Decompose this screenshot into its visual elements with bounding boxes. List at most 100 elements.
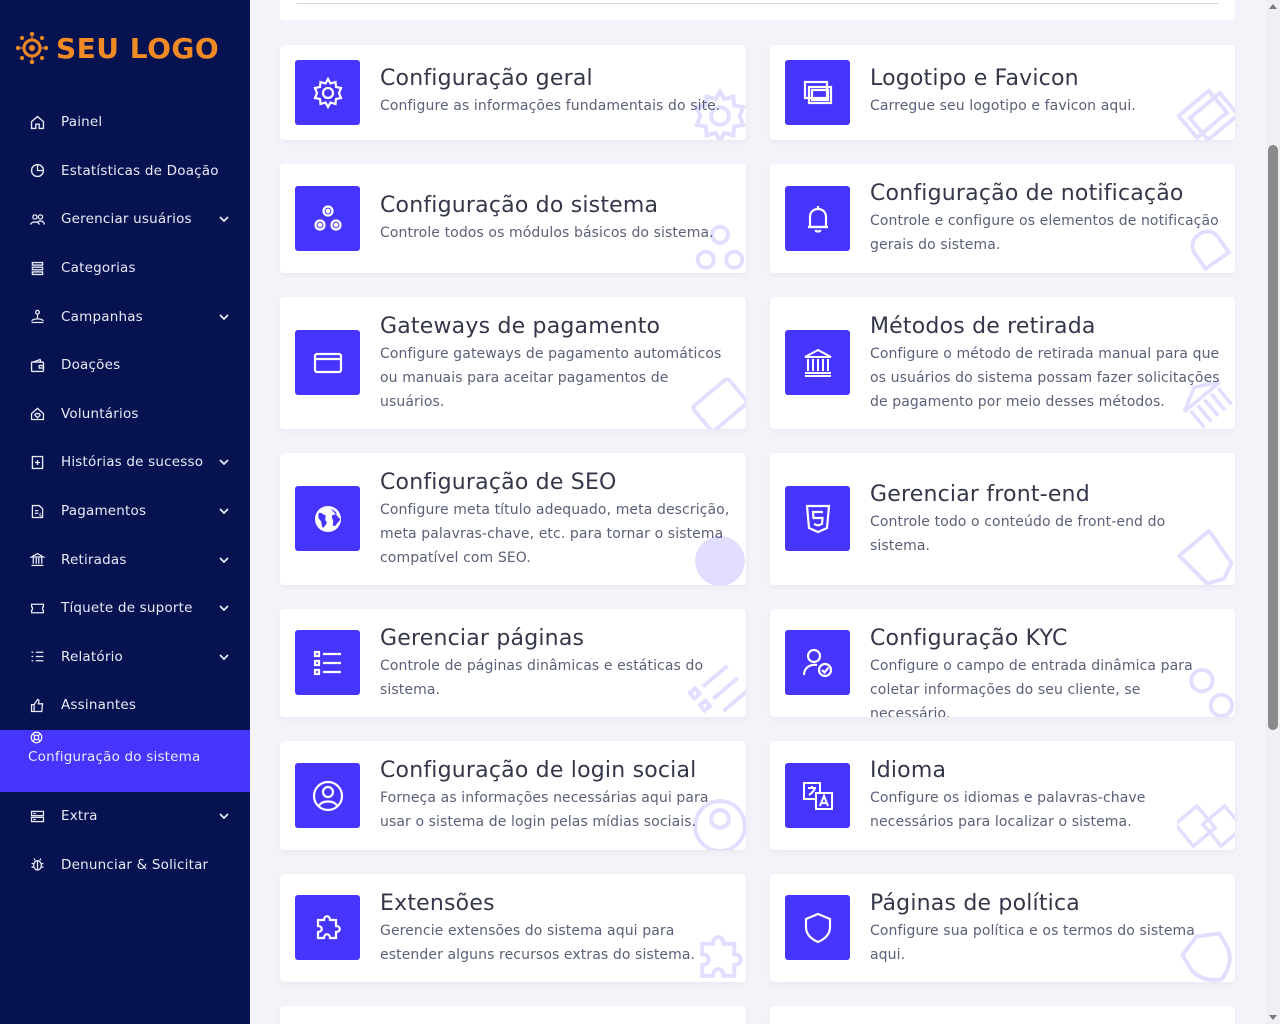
- sidebar-item-historias[interactable]: Histórias de sucesso: [0, 438, 250, 487]
- shield-watermark-icon: [1180, 931, 1232, 982]
- card-icon-badge: [785, 630, 850, 695]
- card-title: Logotipo e Favicon: [870, 66, 1079, 91]
- scroll-thumb[interactable]: [1268, 145, 1278, 730]
- search-input-edge[interactable]: [296, 3, 1219, 4]
- card-icon-badge: [295, 763, 360, 828]
- chart-pie-icon: [28, 162, 46, 180]
- bell-watermark-icon: [1190, 229, 1232, 272]
- chevron-down-icon: [219, 216, 229, 223]
- sidebar-item-painel[interactable]: Painel: [0, 98, 250, 147]
- bug-icon: [28, 856, 46, 874]
- sidebar-item-pagamentos[interactable]: $ Pagamentos: [0, 487, 250, 536]
- card-title: Configuração KYC: [870, 626, 1068, 651]
- puzzle-watermark-icon: [700, 935, 743, 978]
- page-scrollbar[interactable]: [1266, 0, 1280, 1024]
- users-icon: [28, 210, 46, 228]
- sidebar-item-categorias[interactable]: Categorias: [0, 244, 250, 293]
- images-watermark-icon: [1177, 87, 1235, 140]
- chevron-down-icon: [219, 314, 229, 320]
- language-watermark-icon: [1177, 803, 1235, 849]
- settings-card-front-end[interactable]: Gerenciar front-end Controle todo o cont…: [770, 453, 1235, 585]
- sidebar-nav: Painel Estatísticas de Doação Gerenciar …: [0, 98, 250, 889]
- settings-card-configuracao-geral[interactable]: Configuração geral Configure as informaç…: [280, 45, 746, 140]
- sidebar-item-label: Doações: [61, 357, 121, 374]
- settings-card-notificacao[interactable]: Configuração de notificação Controle e c…: [770, 164, 1235, 273]
- cogs-icon: [313, 204, 342, 231]
- sidebar-item-retiradas[interactable]: Retiradas: [0, 535, 250, 584]
- shield-icon: [804, 912, 831, 943]
- layers-icon: [28, 259, 46, 277]
- sidebar-item-voluntarios[interactable]: Voluntários: [0, 390, 250, 439]
- user-check-watermark-icon: [1189, 667, 1235, 717]
- chevron-down-icon: [219, 459, 229, 466]
- credit-card-icon: [313, 352, 342, 373]
- sidebar-item-extra[interactable]: Extra: [0, 792, 250, 841]
- sidebar-item-doacoes[interactable]: Doações: [0, 341, 250, 390]
- card-description: Configure gateways de pagamento automáti…: [380, 346, 722, 410]
- card-description: Configure o campo de entrada dinâmica pa…: [870, 658, 1193, 717]
- sidebar-item-tiquete[interactable]: Tíquete de suporte: [0, 584, 250, 633]
- settings-card-configuracao-sistema[interactable]: Configuração do sistema Controle todos o…: [280, 164, 746, 273]
- sidebar-item-label: Assinantes: [61, 697, 137, 714]
- settings-card-kyc[interactable]: Configuração KYC Configure o campo de en…: [770, 609, 1235, 717]
- sidebar-item-label: Histórias de sucesso: [61, 454, 204, 471]
- lifebuoy-icon: [28, 730, 44, 746]
- credit-card-watermark-icon: [691, 377, 746, 429]
- card-title: Métodos de retirada: [870, 314, 1096, 339]
- settings-card-paginas[interactable]: Gerenciar páginas Controle de páginas di…: [280, 609, 746, 717]
- bank-icon: [28, 551, 46, 569]
- settings-card-partial-left[interactable]: [280, 1006, 746, 1024]
- card-icon-badge: [295, 60, 360, 125]
- settings-card-logotipo-favicon[interactable]: Logotipo e Favicon Carregue seu logotipo…: [770, 45, 1235, 140]
- card-icon-badge: [295, 486, 360, 551]
- card-title: Configuração de SEO: [380, 470, 617, 495]
- thumbs-up-icon: [28, 696, 46, 714]
- story-icon: [28, 453, 46, 471]
- card-icon-badge: [785, 763, 850, 828]
- settings-card-partial-right[interactable]: [770, 1006, 1235, 1024]
- sidebar-item-estatisticas[interactable]: Estatísticas de Doação: [0, 147, 250, 196]
- card-description: Configure as informações fundamentais do…: [380, 98, 721, 114]
- sidebar-item-campanhas[interactable]: Campanhas: [0, 292, 250, 341]
- scroll-up-arrow-icon[interactable]: [1269, 4, 1277, 9]
- ticket-icon: [28, 599, 46, 617]
- settings-card-idioma[interactable]: Idioma Configure os idiomas e palavras-c…: [770, 741, 1235, 850]
- sidebar-item-label: Estatísticas de Doação: [61, 162, 219, 179]
- user-circle-watermark-icon: [693, 799, 746, 850]
- card-title: Idioma: [870, 758, 947, 783]
- scroll-down-arrow-icon[interactable]: [1269, 1015, 1277, 1020]
- card-icon-badge: [295, 186, 360, 251]
- chevron-down-icon: [219, 557, 229, 563]
- card-icon-badge: [295, 630, 360, 695]
- list-icon: [313, 650, 341, 675]
- user-circle-icon: [312, 780, 343, 811]
- sidebar-item-denunciar[interactable]: Denunciar & Solicitar: [0, 840, 250, 889]
- sidebar-item-label: Extra: [61, 808, 98, 825]
- card-description: Controle e configure os elementos de not…: [870, 213, 1219, 253]
- settings-card-metodos-retirada[interactable]: Métodos de retirada Configure o método d…: [770, 297, 1235, 429]
- settings-card-politica[interactable]: Páginas de política Configure sua políti…: [770, 874, 1235, 982]
- sidebar-item-relatorio[interactable]: Relatório: [0, 633, 250, 682]
- sidebar-item-label: Voluntários: [61, 405, 139, 422]
- sidebar-item-configuracao-sistema[interactable]: Configuração do sistema: [0, 729, 250, 792]
- sidebar-item-usuarios[interactable]: Gerenciar usuários: [0, 195, 250, 244]
- sidebar-item-label: Tíquete de suporte: [61, 600, 193, 617]
- settings-card-gateways[interactable]: Gateways de pagamento Configure gateways…: [280, 297, 746, 429]
- card-title: Gerenciar páginas: [380, 626, 585, 651]
- images-icon: [803, 80, 832, 104]
- chevron-down-icon: [219, 654, 229, 661]
- card-title: Configuração de notificação: [870, 181, 1184, 206]
- settings-card-extensoes[interactable]: Extensões Gerencie extensões do sistema …: [280, 874, 746, 982]
- sidebar-item-label: Denunciar & Solicitar: [61, 856, 209, 873]
- card-icon-badge: [295, 330, 360, 395]
- card-title: Gerenciar front-end: [870, 482, 1090, 507]
- card-icon-badge: [785, 60, 850, 125]
- sidebar-item-label: Configuração do sistema: [28, 748, 201, 765]
- settings-card-seo[interactable]: Configuração de SEO Configure meta títul…: [280, 453, 746, 585]
- card-description: Configure sua política e os termos do si…: [870, 923, 1195, 963]
- user-check-icon: [802, 648, 832, 677]
- settings-card-login-social[interactable]: Configuração de login social Forneça as …: [280, 741, 746, 850]
- brand-logo[interactable]: SEU LOGO: [14, 30, 219, 66]
- gear-watermark-icon: [694, 87, 746, 140]
- sidebar-item-assinantes[interactable]: Assinantes: [0, 681, 250, 730]
